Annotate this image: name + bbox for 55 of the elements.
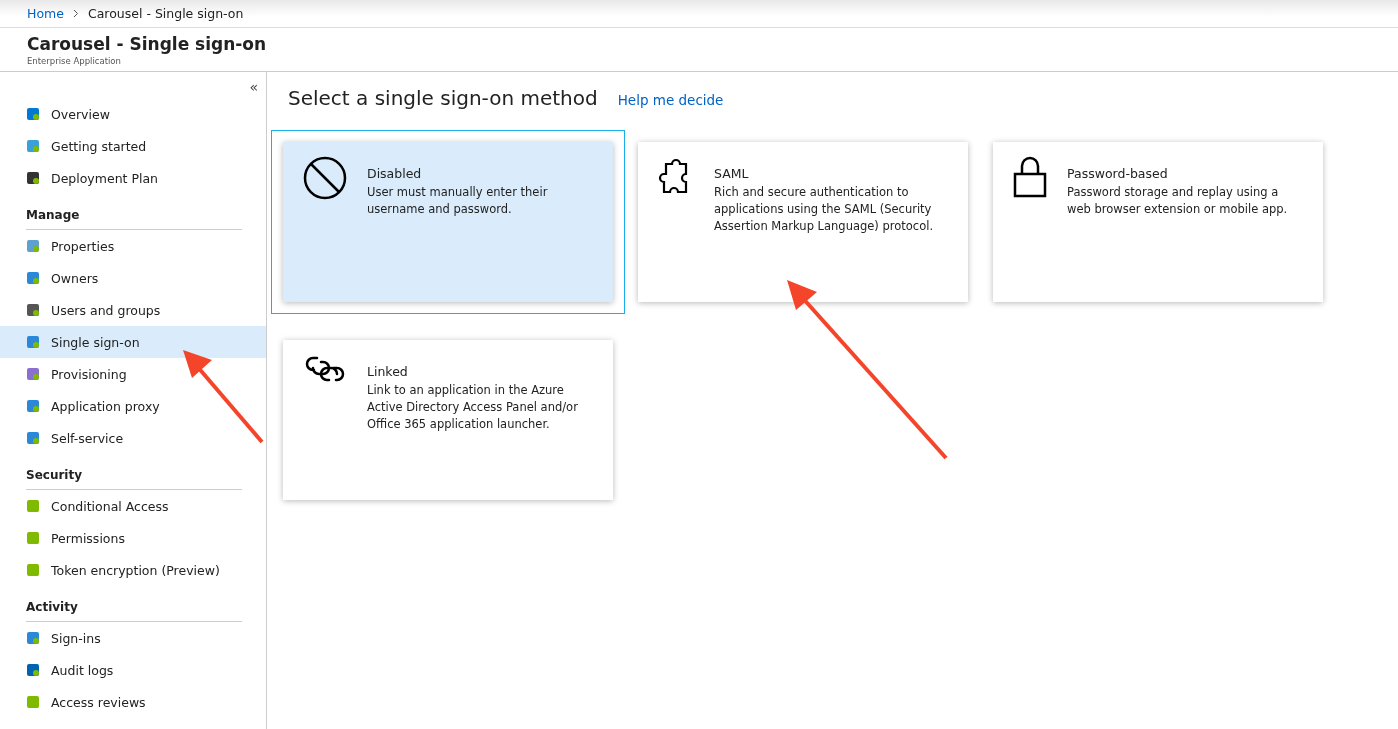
sidebar-item[interactable]: Sign-ins — [0, 622, 266, 654]
menu-item-icon — [25, 430, 41, 446]
prohibited-icon — [303, 156, 347, 200]
method-description: User must manually enter their username and password. — [367, 184, 549, 218]
sidebar-item[interactable]: Access reviews — [0, 686, 266, 718]
section-title: Select a single sign-on method — [288, 86, 598, 110]
method-title: SAML — [714, 166, 750, 181]
method-card[interactable]: Disabled User must manually enter their username and password. — [271, 130, 625, 314]
sidebar-item[interactable]: Overview — [0, 98, 266, 130]
padlock-icon — [1013, 156, 1047, 198]
section-heading: Security — [26, 468, 242, 490]
menu-item-icon — [25, 530, 41, 546]
menu-item-icon — [25, 630, 41, 646]
section-heading: Manage — [26, 208, 242, 230]
breadcrumb-current: Carousel - Single sign-on — [87, 6, 244, 21]
sidebar-item[interactable]: Getting started — [0, 130, 266, 162]
sidebar-item[interactable]: Audit logs — [0, 654, 266, 686]
sidebar-item[interactable]: Provisioning — [0, 358, 266, 390]
menu-item-icon — [25, 694, 41, 710]
method-description: Link to an application in the Azure Active Directory Access Panel and/or Office 365 application launcher. — [367, 382, 579, 433]
help-link[interactable]: Help me decide — [617, 92, 724, 108]
menu-item-icon — [25, 366, 41, 382]
method-title: Password-based — [1067, 166, 1169, 181]
page-title: Carousel - Single sign-on — [27, 34, 268, 54]
method-description: Rich and secure authentication to applications using the SAML (Security Assertion Markup Language) protocol. — [714, 184, 935, 235]
method-title: Disabled — [367, 166, 423, 181]
breadcrumb-link[interactable]: Home — [27, 6, 64, 21]
chevron-icon — [72, 9, 79, 18]
menu-item-icon — [25, 562, 41, 578]
sidebar-item[interactable]: Single sign-on — [0, 326, 266, 358]
sidebar-item[interactable]: Properties — [0, 230, 266, 262]
method-title: Linked — [367, 364, 409, 379]
sidebar-item[interactable]: Deployment Plan — [0, 162, 266, 194]
sidebar-item[interactable]: Application proxy — [0, 390, 266, 422]
sidebar-item[interactable]: Conditional Access — [0, 490, 266, 522]
sidebar-item[interactable]: Users and groups — [0, 294, 266, 326]
menu-item-icon — [25, 498, 41, 514]
sidebar-item[interactable]: Owners — [0, 262, 266, 294]
menu-item-icon — [25, 238, 41, 254]
section-heading: Activity — [26, 600, 242, 622]
menu-item-icon — [25, 302, 41, 318]
menu-item-icon — [25, 662, 41, 678]
sidebar-item[interactable]: Token encryption (Preview) — [0, 554, 266, 586]
menu-item-icon — [25, 106, 41, 122]
method-description: Password storage and replay using a web browser extension or mobile app. — [1067, 184, 1289, 218]
menu-item-icon — [25, 398, 41, 414]
chain-link-icon — [303, 354, 347, 384]
menu-item-icon — [25, 170, 41, 186]
collapse-button[interactable]: « — [247, 76, 260, 98]
sidebar-item[interactable]: Self-service — [0, 422, 266, 454]
menu-item-icon — [25, 138, 41, 154]
menu-item-icon — [25, 334, 41, 350]
page-subtitle: Enterprise Application — [27, 56, 122, 66]
menu-item-icon — [25, 270, 41, 286]
sidebar-item[interactable]: Permissions — [0, 522, 266, 554]
